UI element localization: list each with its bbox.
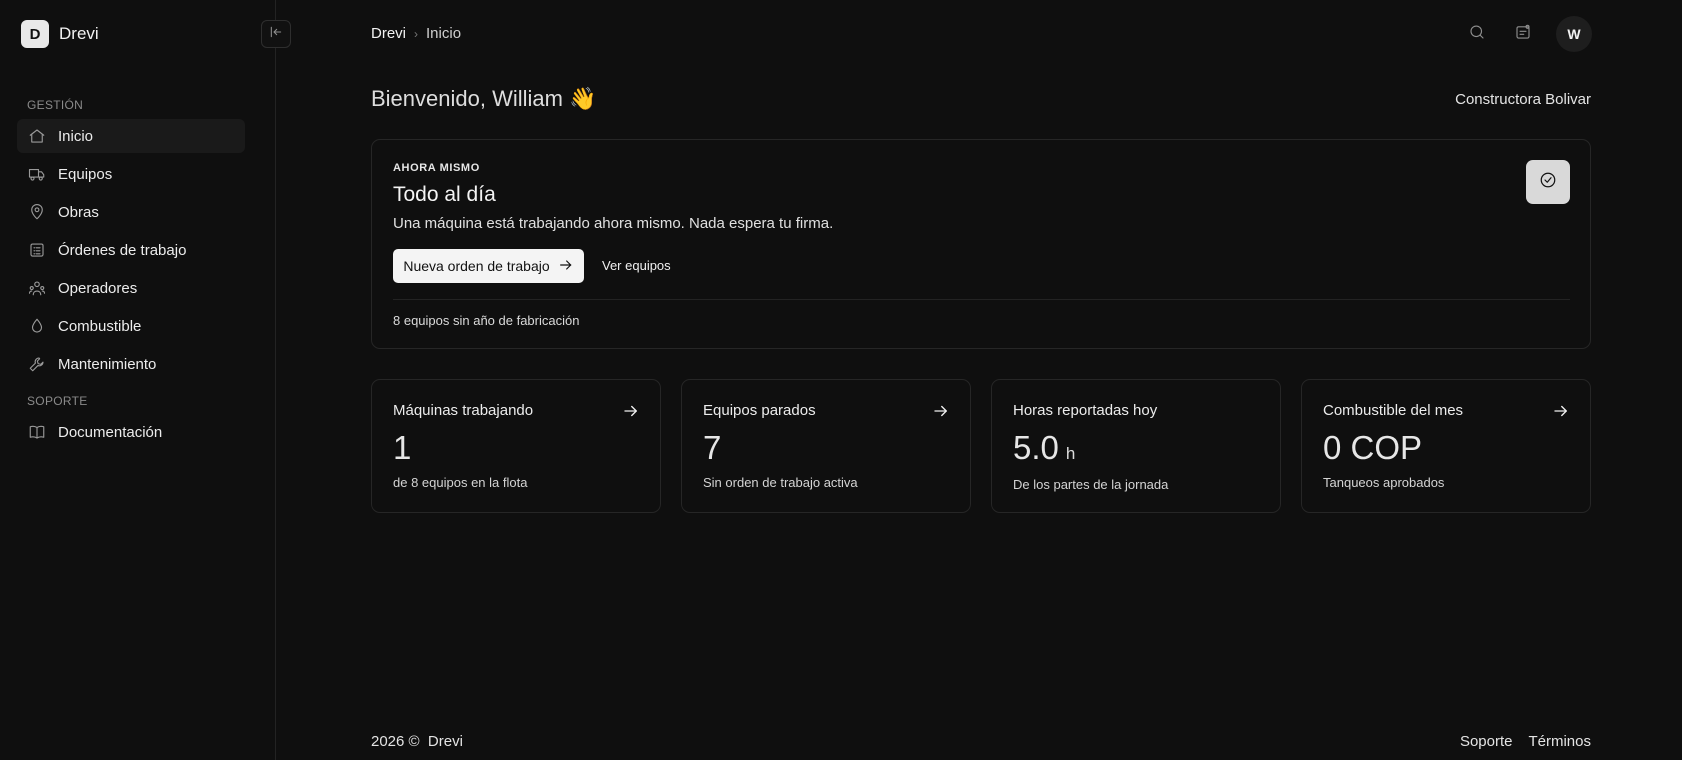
brand[interactable]: D Drevi xyxy=(21,20,99,48)
sidebar-item-combustible[interactable]: Combustible xyxy=(17,309,245,343)
stat-card-subtitle: de 8 equipos en la flota xyxy=(393,475,528,490)
users-icon xyxy=(27,278,47,298)
stat-card-title: Horas reportadas hoy xyxy=(1013,402,1158,419)
sidebar-item-obras[interactable]: Obras xyxy=(17,195,245,229)
arrow-right-icon xyxy=(932,402,950,420)
arrow-right-icon xyxy=(1552,402,1570,420)
status-card: AHORA MISMO Todo al día Una máquina está… xyxy=(371,139,1591,349)
sidebar-item-label: Operadores xyxy=(58,279,138,297)
arrow-right-icon xyxy=(622,402,640,420)
view-equipment-button[interactable]: Ver equipos xyxy=(602,258,671,273)
notifications-button[interactable] xyxy=(1511,22,1535,46)
stat-value-number: 7 xyxy=(703,429,722,466)
search-button[interactable] xyxy=(1465,22,1489,46)
footer-link-terminos[interactable]: Términos xyxy=(1528,733,1591,750)
brand-logo: D xyxy=(21,20,49,48)
collapse-sidebar-button[interactable] xyxy=(261,20,291,48)
nav-section-gestion: GESTIÓN xyxy=(27,98,84,112)
sidebar-item-equipos[interactable]: Equipos xyxy=(17,157,245,191)
stat-card-value: 1 xyxy=(393,429,411,467)
panel-collapse-icon xyxy=(268,24,284,45)
breadcrumb-root[interactable]: Drevi xyxy=(371,25,406,42)
sidebar-item-label: Mantenimiento xyxy=(58,355,157,373)
notes-icon xyxy=(1514,23,1532,46)
stat-card-subtitle: Tanqueos aprobados xyxy=(1323,475,1445,490)
new-work-order-button[interactable]: Nueva orden de trabajo xyxy=(393,249,584,283)
droplet-icon xyxy=(27,316,47,336)
avatar[interactable]: W xyxy=(1556,16,1592,52)
breadcrumb: Drevi › Inicio xyxy=(371,25,461,42)
stat-card-hours-reported: Horas reportadas hoy 5.0 h De los partes … xyxy=(991,379,1281,513)
company-name[interactable]: Constructora Bolivar xyxy=(1455,91,1591,108)
map-pin-icon xyxy=(27,202,47,222)
sidebar-item-inicio[interactable]: Inicio xyxy=(17,119,245,153)
sidebar-item-operadores[interactable]: Operadores xyxy=(17,271,245,305)
footer-copyright: 2026 © Drevi xyxy=(371,733,463,750)
stat-card-value: 7 xyxy=(703,429,721,467)
nav-section-soporte: SOPORTE xyxy=(27,394,88,408)
stat-card-title: Combustible del mes xyxy=(1323,402,1464,419)
stat-card-subtitle: Sin orden de trabajo activa xyxy=(703,475,858,490)
footer-link-soporte[interactable]: Soporte xyxy=(1460,733,1513,750)
sidebar-item-label: Combustible xyxy=(58,317,142,335)
stat-value-number: 1 xyxy=(393,429,412,466)
book-icon xyxy=(27,422,47,442)
sidebar-item-label: Equipos xyxy=(58,165,113,183)
chevron-right-icon: › xyxy=(414,26,419,41)
stat-card-value: 5.0 h xyxy=(1013,429,1075,467)
stat-card-title: Máquinas trabajando xyxy=(393,402,534,419)
stat-value-number: 5.0 xyxy=(1013,429,1059,466)
sidebar-item-label: Obras xyxy=(58,203,99,221)
footer-links: Soporte Términos xyxy=(1460,733,1591,750)
breadcrumb-current: Inicio xyxy=(426,25,462,42)
stat-card-value: 0 COP xyxy=(1323,429,1422,467)
check-circle-icon xyxy=(1539,171,1557,194)
divider xyxy=(393,299,1570,300)
status-badge xyxy=(1526,160,1570,204)
truck-icon xyxy=(27,164,47,184)
stat-card-fuel-month[interactable]: Combustible del mes 0 COP Tanqueos aprob… xyxy=(1301,379,1591,513)
sidebar-item-label: Inicio xyxy=(58,127,94,145)
sidebar-item-ordenes[interactable]: Órdenes de trabajo xyxy=(17,233,245,267)
stat-card-machines-working[interactable]: Máquinas trabajando 1 de 8 equipos en la… xyxy=(371,379,661,513)
arrow-right-icon xyxy=(550,257,574,276)
sidebar-item-mantenimiento[interactable]: Mantenimiento xyxy=(17,347,245,381)
status-eyebrow: AHORA MISMO xyxy=(393,162,480,174)
stat-card-subtitle: De los partes de la jornada xyxy=(1013,477,1169,492)
page-title: Bienvenido, William 👋 xyxy=(371,86,597,111)
stat-value-number: 0 COP xyxy=(1323,429,1423,466)
stat-card-equipment-stopped[interactable]: Equipos parados 7 Sin orden de trabajo a… xyxy=(681,379,971,513)
status-footnote[interactable]: 8 equipos sin año de fabricación xyxy=(393,313,579,328)
sidebar-item-label: Órdenes de trabajo xyxy=(58,241,187,259)
brand-name: Drevi xyxy=(59,24,99,43)
status-description: Una máquina está trabajando ahora mismo.… xyxy=(393,215,834,232)
wrench-icon xyxy=(27,354,47,374)
stat-card-title: Equipos parados xyxy=(703,402,816,419)
sidebar-item-label: Documentación xyxy=(58,423,163,441)
home-icon xyxy=(27,126,47,146)
new-work-order-label: Nueva orden de trabajo xyxy=(403,258,550,274)
search-icon xyxy=(1468,23,1486,46)
sidebar: D Drevi GESTIÓN Inicio Equipos Obras Órd… xyxy=(0,0,276,760)
status-title: Todo al día xyxy=(393,183,496,206)
sidebar-item-documentacion[interactable]: Documentación xyxy=(17,415,245,449)
stat-value-unit: h xyxy=(1065,444,1076,463)
clipboard-list-icon xyxy=(27,240,47,260)
